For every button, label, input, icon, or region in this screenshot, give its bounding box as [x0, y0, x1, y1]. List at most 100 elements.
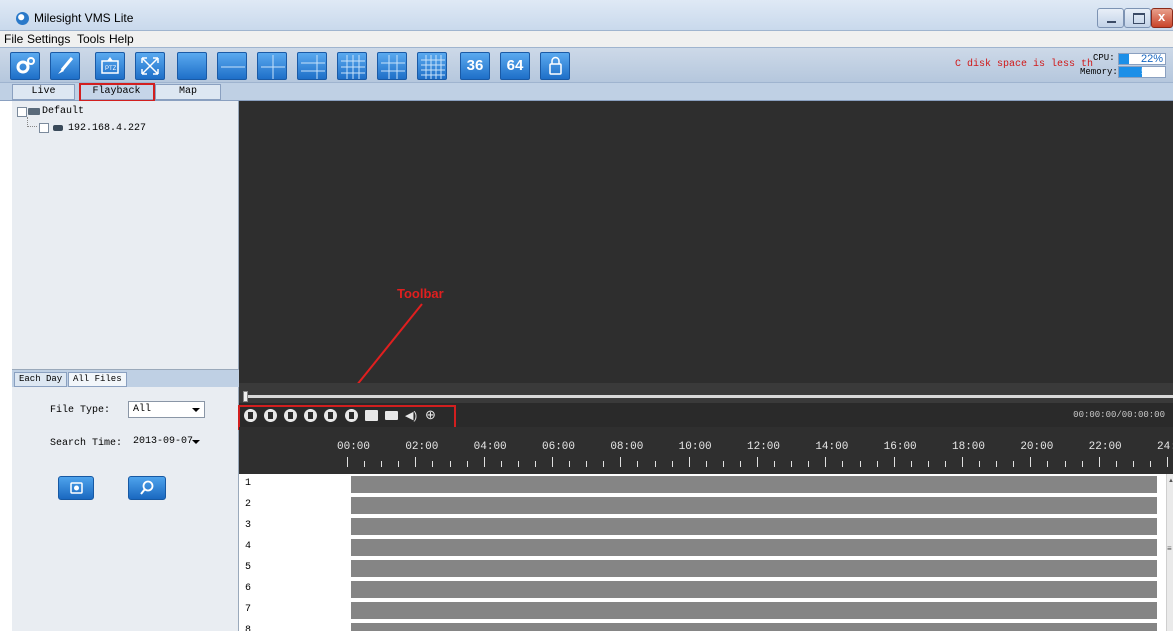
- time-display: 00:00:00/00:00:00: [1073, 410, 1165, 420]
- track-number: 3: [245, 520, 252, 531]
- camera-checkbox[interactable]: [39, 123, 49, 133]
- scroll-grip-icon[interactable]: ≡: [1167, 544, 1172, 553]
- timeline-label: 18:00: [952, 441, 986, 453]
- layout-36-button[interactable]: 36: [460, 52, 490, 80]
- track-row[interactable]: 2: [239, 495, 1173, 516]
- track-bar[interactable]: [351, 539, 1157, 556]
- maximize-button[interactable]: [1124, 8, 1151, 28]
- timeline-label: 12:00: [747, 441, 781, 453]
- track-row[interactable]: 8: [239, 621, 1173, 631]
- track-row[interactable]: 3: [239, 516, 1173, 537]
- close-button[interactable]: x: [1151, 8, 1173, 28]
- track-bar[interactable]: [351, 497, 1157, 514]
- timeline-tick: [620, 457, 622, 467]
- tree-camera[interactable]: 192.168.4.227: [68, 123, 146, 134]
- timeline-label: 04:00: [473, 441, 507, 453]
- seek-track[interactable]: [245, 395, 1173, 398]
- file-type-label: File Type:: [50, 405, 111, 416]
- search-icon: [140, 480, 154, 495]
- track-bar[interactable]: [351, 623, 1157, 631]
- device-tree-panel: Default 192.168.4.227: [12, 101, 239, 369]
- layout-1-icon[interactable]: [177, 52, 207, 80]
- track-list: 1 2 3 4 5 6 7 8: [239, 474, 1173, 631]
- cpu-meter-fill: [1119, 54, 1130, 64]
- close-icon: x: [1158, 9, 1166, 24]
- timeline-tick: [927, 461, 929, 467]
- brush-icon[interactable]: [50, 52, 80, 80]
- settings-icon[interactable]: [10, 52, 40, 80]
- menu-file[interactable]: File: [4, 32, 23, 46]
- layout-8-icon[interactable]: [337, 52, 367, 80]
- track-number: 4: [245, 541, 252, 552]
- timeline-tick: [364, 461, 366, 467]
- timeline-label: 16:00: [883, 441, 917, 453]
- track-bar[interactable]: [351, 560, 1157, 577]
- tab-map[interactable]: Map: [155, 84, 221, 100]
- track-bar[interactable]: [351, 602, 1157, 619]
- timeline-tick: [876, 461, 878, 467]
- timeline-tick: [466, 461, 468, 467]
- timeline-tick: [517, 461, 519, 467]
- track-row[interactable]: 7: [239, 600, 1173, 621]
- timeline-label: 00:00: [337, 441, 371, 453]
- layout-16-icon[interactable]: [417, 52, 447, 80]
- timeline-tick: [910, 461, 912, 467]
- seek-handle[interactable]: [243, 391, 248, 402]
- main-toolbar: PTZ 36 64 C disk space is less th CPU: M…: [0, 47, 1173, 83]
- timeline-label: 22:00: [1088, 441, 1122, 453]
- search-button[interactable]: [128, 476, 166, 500]
- default-checkbox[interactable]: [17, 107, 27, 117]
- track-bar[interactable]: [351, 581, 1157, 598]
- timeline-label: 24:00: [1157, 441, 1173, 453]
- search-panel: [12, 387, 239, 631]
- timeline-ruler[interactable]: 00:00 02:00 04:00 06:00 08:00 10:00 12:00 14:00…: [239, 427, 1173, 474]
- search-time-picker[interactable]: 2013-09-07: [128, 433, 205, 450]
- minimize-button[interactable]: [1097, 8, 1124, 28]
- timeline-tick: [688, 457, 690, 467]
- timeline-tick: [500, 461, 502, 467]
- layout-64-button[interactable]: 64: [500, 52, 530, 80]
- timeline-tick: [944, 461, 946, 467]
- track-row[interactable]: 4: [239, 537, 1173, 558]
- disk-warning-text: C disk space is less th: [955, 59, 1094, 70]
- title-bar: Milesight VMS Lite x: [0, 0, 1173, 31]
- cpu-meter: 22%: [1118, 53, 1166, 65]
- playback-tab-highlight: [79, 83, 155, 102]
- timeline-tick: [774, 461, 776, 467]
- tab-all-files[interactable]: All Files: [68, 372, 127, 387]
- timeline-tick: [569, 461, 571, 467]
- timeline-tick: [415, 457, 417, 467]
- lock-icon[interactable]: [540, 52, 570, 80]
- track-row[interactable]: 1: [239, 474, 1173, 495]
- timeline-tick: [603, 461, 605, 467]
- vertical-scrollbar[interactable]: ▲ ≡: [1166, 474, 1173, 631]
- camera-icon: [53, 125, 63, 131]
- tab-each-day[interactable]: Each Day: [14, 372, 68, 387]
- scroll-up-icon[interactable]: ▲: [1168, 478, 1173, 484]
- toolbar-annotation: Toolbar: [397, 286, 444, 301]
- track-bar[interactable]: [351, 518, 1157, 535]
- track-row[interactable]: 5: [239, 558, 1173, 579]
- timeline-tick: [739, 461, 741, 467]
- menu-tools[interactable]: Tools: [77, 32, 105, 46]
- seek-bar[interactable]: [239, 383, 1173, 403]
- menu-bar: File Settings Tools Help: [0, 31, 1173, 47]
- snapshot-button[interactable]: [58, 476, 94, 500]
- tab-live[interactable]: Live: [12, 84, 75, 100]
- tree-connector: [27, 117, 37, 127]
- menu-settings[interactable]: Settings: [27, 32, 70, 46]
- track-bar[interactable]: [351, 476, 1157, 493]
- layout-4-icon[interactable]: [257, 52, 287, 80]
- track-row[interactable]: 6: [239, 579, 1173, 600]
- fullscreen-icon[interactable]: [135, 52, 165, 80]
- timeline-label: 08:00: [610, 441, 644, 453]
- ptz-icon[interactable]: PTZ: [95, 52, 125, 80]
- layout-2-icon[interactable]: [217, 52, 247, 80]
- layout-9-icon[interactable]: [377, 52, 407, 80]
- layout-6-icon[interactable]: [297, 52, 327, 80]
- menu-help[interactable]: Help: [109, 32, 134, 46]
- tree-default[interactable]: Default: [42, 106, 84, 117]
- timeline-tick: [791, 461, 793, 467]
- file-type-select[interactable]: All: [128, 401, 205, 418]
- memory-value: 51%: [1140, 66, 1163, 78]
